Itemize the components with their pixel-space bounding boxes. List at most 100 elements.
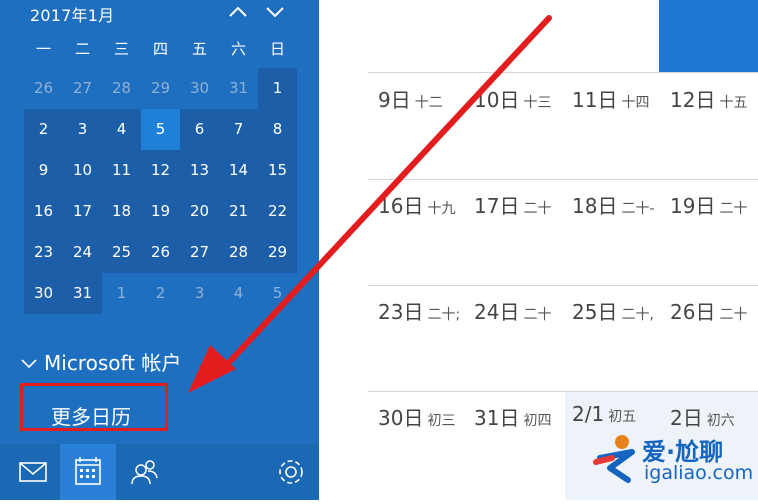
month-day-cell[interactable]: 19日 二十 — [670, 190, 747, 219]
mini-calendar-day[interactable]: 26 — [141, 232, 180, 273]
mini-calendar-day[interactable]: 24 — [63, 232, 102, 273]
weekday-label: 四 — [152, 40, 168, 58]
month-day-number: 24日 — [474, 300, 520, 324]
lunar-date-label: 二十 — [523, 201, 552, 217]
mini-calendar-day[interactable]: 3 — [180, 273, 219, 314]
mini-calendar-day[interactable]: 8 — [258, 109, 297, 150]
weekday-header-row: 一 二 三 四 五 六 日 — [24, 38, 297, 62]
mini-calendar-day[interactable]: 4 — [102, 109, 141, 150]
mini-calendar-day[interactable]: 6 — [180, 109, 219, 150]
mini-calendar-day[interactable]: 16 — [24, 191, 63, 232]
weekday-label: 二 — [74, 40, 90, 58]
mini-calendar-day[interactable]: 22 — [258, 191, 297, 232]
week-divider — [368, 285, 758, 286]
mini-calendar-day[interactable]: 14 — [219, 150, 258, 191]
month-day-cell[interactable]: 26日 二十 — [670, 296, 747, 325]
mini-calendar-day[interactable]: 10 — [63, 150, 102, 191]
mini-calendar-day[interactable]: 28 — [219, 232, 258, 273]
mini-calendar-day[interactable]: 11 — [102, 150, 141, 191]
month-day-cell[interactable]: 17日 二十 — [474, 190, 551, 219]
mini-calendar-day[interactable]: 20 — [180, 191, 219, 232]
mini-calendar-grid: 26 27 28 29 30 31 1 2 3 4 5 6 7 8 9 10 11 12 13 14 15 16 17 18 1… — [24, 68, 297, 314]
mini-calendar-day[interactable]: 13 — [180, 150, 219, 191]
lunar-date-label: 初六 — [706, 413, 735, 429]
lunar-date-label: 十二 — [414, 95, 443, 111]
month-day-cell[interactable]: 23日 二十; — [378, 296, 460, 325]
month-day-number: 26日 — [670, 300, 716, 324]
mini-calendar-day[interactable]: 21 — [219, 191, 258, 232]
month-day-cell[interactable]: 10日 十三 — [474, 84, 551, 113]
chevron-down-icon — [20, 351, 38, 375]
mail-icon[interactable] — [4, 444, 60, 500]
watermark-url: igaliao.com — [644, 462, 754, 484]
mini-calendar-day[interactable]: 9 — [24, 150, 63, 191]
month-day-cell[interactable]: 16日 十九 — [378, 190, 455, 219]
month-day-cell[interactable]: 30日 初三 — [378, 402, 455, 431]
month-day-cell[interactable]: 9日 十二 — [378, 84, 443, 113]
mini-calendar-day[interactable]: 27 — [63, 68, 102, 109]
lunar-date-label: 二十, — [621, 307, 654, 323]
month-day-cell[interactable]: 2日 初六 — [670, 402, 735, 431]
chevron-down-icon[interactable] — [263, 0, 287, 24]
lunar-date-label: 二十; — [427, 307, 461, 323]
mini-calendar-day[interactable]: 27 — [180, 232, 219, 273]
weekday-label: 一 — [35, 40, 51, 58]
annotation-highlight-box — [20, 383, 168, 431]
month-day-number: 2/1 — [572, 402, 605, 426]
mini-calendar-day[interactable]: 30 — [180, 68, 219, 109]
microsoft-account-section[interactable]: Microsoft 帐户 — [20, 347, 181, 376]
month-day-cell[interactable]: 31日 初四 — [474, 402, 551, 431]
mini-calendar-month-title[interactable]: 2017年1月 — [30, 2, 114, 26]
month-day-cell[interactable]: 12日 十五 — [670, 84, 747, 113]
calendar-icon[interactable] — [60, 444, 116, 500]
mini-calendar-day[interactable]: 23 — [24, 232, 63, 273]
mini-calendar-day[interactable]: 31 — [63, 273, 102, 314]
lunar-date-label: 初四 — [523, 413, 552, 429]
month-day-number: 2日 — [670, 406, 703, 430]
mini-calendar-day[interactable]: 2 — [24, 109, 63, 150]
mini-calendar-day[interactable]: 1 — [258, 68, 297, 109]
lunar-date-label: 十九 — [427, 201, 456, 217]
lunar-date-label: 二十 — [719, 307, 748, 323]
gear-icon[interactable] — [263, 444, 319, 500]
month-day-number: 30日 — [378, 406, 424, 430]
sidebar: 2017年1月 一 二 三 四 五 六 日 26 27 28 29 30 31 1 2 3 4 5 6… — [0, 0, 319, 500]
lunar-date-label: 二十- — [621, 201, 655, 217]
mini-calendar-day[interactable]: 17 — [63, 191, 102, 232]
mini-calendar-day[interactable]: 4 — [219, 273, 258, 314]
chevron-up-icon[interactable] — [226, 0, 250, 24]
mini-calendar-day[interactable]: 15 — [258, 150, 297, 191]
lunar-date-label: 十五 — [719, 95, 748, 111]
month-day-cell[interactable]: 18日 二十- — [572, 190, 655, 219]
mini-calendar-day[interactable]: 29 — [258, 232, 297, 273]
mini-calendar-day[interactable]: 12 — [141, 150, 180, 191]
month-day-cell[interactable]: 11日 十四 — [572, 84, 649, 113]
mini-calendar-day[interactable]: 7 — [219, 109, 258, 150]
lunar-date-label: 十三 — [523, 95, 552, 111]
month-day-number: 16日 — [378, 194, 424, 218]
mini-calendar-day[interactable]: 18 — [102, 191, 141, 232]
weekday-label: 日 — [269, 40, 285, 58]
people-icon[interactable] — [116, 444, 172, 500]
lunar-date-label: 初三 — [427, 413, 456, 429]
selected-day-header[interactable] — [659, 0, 758, 72]
month-day-cell[interactable]: 2/1 初五 — [572, 402, 636, 426]
mini-calendar-day[interactable]: 1 — [102, 273, 141, 314]
mini-calendar-day[interactable]: 5 — [141, 109, 180, 150]
mini-calendar-day[interactable]: 19 — [141, 191, 180, 232]
mini-calendar-day[interactable]: 25 — [102, 232, 141, 273]
mini-calendar-day[interactable]: 2 — [141, 273, 180, 314]
mini-calendar-day[interactable]: 3 — [63, 109, 102, 150]
month-day-number: 9日 — [378, 88, 411, 112]
mini-calendar-day[interactable]: 30 — [24, 273, 63, 314]
month-day-cell[interactable]: 24日 二十 — [474, 296, 551, 325]
bottom-nav-bar — [0, 444, 319, 500]
month-day-cell[interactable]: 25日 二十, — [572, 296, 654, 325]
month-day-number: 18日 — [572, 194, 618, 218]
mini-calendar-day[interactable]: 5 — [258, 273, 297, 314]
mini-calendar-day[interactable]: 31 — [219, 68, 258, 109]
mini-calendar-day[interactable]: 26 — [24, 68, 63, 109]
mini-calendar-day[interactable]: 28 — [102, 68, 141, 109]
weekday-label: 三 — [113, 40, 129, 58]
mini-calendar-day[interactable]: 29 — [141, 68, 180, 109]
